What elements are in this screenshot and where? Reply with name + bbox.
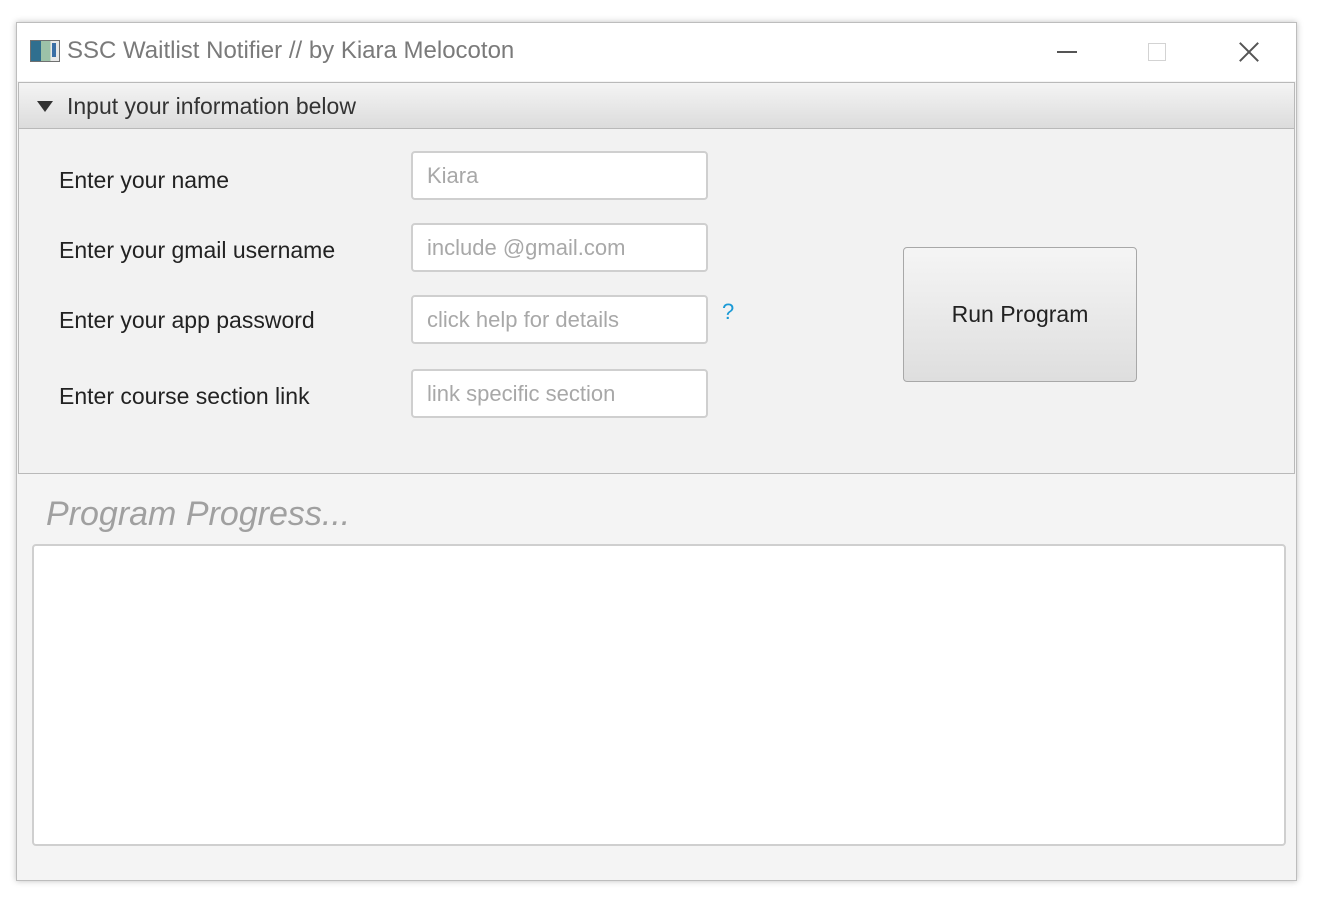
course-link-input[interactable] [411, 369, 708, 418]
password-help-link[interactable]: ? [722, 299, 734, 325]
gmail-input[interactable] [411, 223, 708, 272]
maximize-icon [1148, 43, 1166, 61]
input-section-content: Enter your name Enter your gmail usernam… [18, 129, 1295, 474]
app-password-input[interactable] [411, 295, 708, 344]
course-link-label: Enter course section link [59, 383, 310, 409]
password-label: Enter your app password [59, 307, 315, 333]
section-title: Input your information below [67, 93, 356, 119]
run-program-button[interactable]: Run Program [903, 247, 1137, 382]
close-button[interactable] [1204, 23, 1294, 81]
progress-output[interactable] [32, 544, 1286, 846]
app-icon [30, 40, 60, 62]
maximize-button[interactable] [1112, 23, 1202, 81]
name-input[interactable] [411, 151, 708, 200]
progress-label: Program Progress... [46, 495, 351, 533]
minimize-button[interactable] [1022, 23, 1112, 81]
window-title: SSC Waitlist Notifier // by Kiara Meloco… [67, 37, 515, 64]
minimize-icon [1057, 51, 1077, 53]
name-label: Enter your name [59, 167, 230, 193]
title-bar[interactable]: SSC Waitlist Notifier // by Kiara Meloco… [17, 23, 1296, 81]
input-section-header[interactable]: Input your information below [18, 82, 1295, 129]
app-window: SSC Waitlist Notifier // by Kiara Meloco… [16, 22, 1297, 881]
gmail-label: Enter your gmail username [59, 237, 336, 263]
close-icon [1238, 41, 1260, 63]
collapse-triangle-icon [37, 101, 53, 112]
